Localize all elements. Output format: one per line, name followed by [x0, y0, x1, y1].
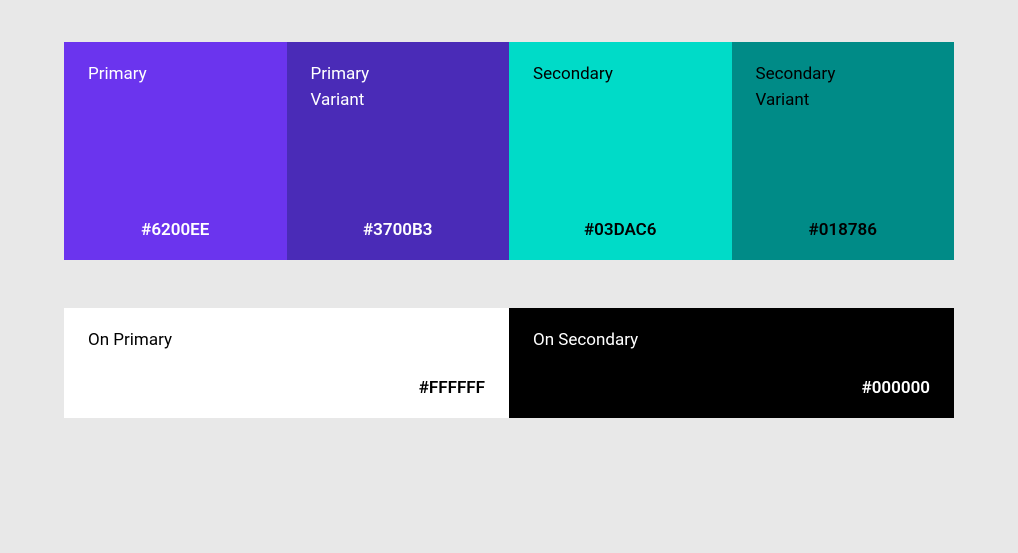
swatch-secondary-variant: Secondary Variant #018786 — [732, 42, 955, 260]
swatch-hex: #3700B3 — [311, 220, 486, 240]
swatch-label: On Secondary — [533, 328, 930, 354]
swatch-secondary: Secondary #03DAC6 — [509, 42, 732, 260]
swatch-on-primary: On Primary #FFFFFF — [64, 308, 509, 418]
swatch-primary: Primary #6200EE — [64, 42, 287, 260]
swatch-label: Secondary Variant — [756, 62, 931, 113]
swatch-primary-variant: Primary Variant #3700B3 — [287, 42, 510, 260]
palette-row-primary-secondary: Primary #6200EE Primary Variant #3700B3 … — [64, 42, 954, 260]
swatch-hex: #6200EE — [88, 220, 263, 240]
swatch-hex: #FFFFFF — [419, 378, 485, 398]
swatch-label: Primary Variant — [311, 62, 486, 113]
swatch-label: Primary — [88, 62, 263, 88]
swatch-label: On Primary — [88, 328, 485, 354]
color-palette: Primary #6200EE Primary Variant #3700B3 … — [64, 42, 954, 418]
swatch-hex: #018786 — [756, 220, 931, 240]
swatch-hex: #000000 — [862, 378, 930, 398]
swatch-on-secondary: On Secondary #000000 — [509, 308, 954, 418]
swatch-hex: #03DAC6 — [533, 220, 708, 240]
swatch-label: Secondary — [533, 62, 708, 88]
palette-row-on-colors: On Primary #FFFFFF On Secondary #000000 — [64, 308, 954, 418]
